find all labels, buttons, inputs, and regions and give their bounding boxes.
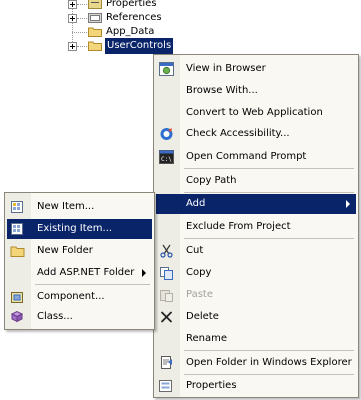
- menu-item-label: Exclude From Project: [186, 221, 291, 232]
- menu-item-label: Add: [186, 198, 206, 209]
- view-in-browser-icon: [159, 62, 174, 76]
- menu-item-delete[interactable]: Delete: [156, 307, 356, 327]
- menu-item-browse-with[interactable]: Browse With...: [156, 81, 356, 101]
- menu-item-rename[interactable]: Rename: [156, 329, 356, 349]
- menu-item-copy-path[interactable]: Copy Path: [156, 171, 356, 191]
- class-icon: [10, 310, 24, 323]
- menu-item-label: Copy Path: [186, 175, 237, 186]
- menu-item-view-in-browser[interactable]: View in Browser: [156, 59, 356, 79]
- menu-item-label: Cut: [186, 245, 204, 256]
- menu-item-check-accessibility[interactable]: Check Accessibility...: [156, 124, 356, 144]
- menu-separator: [184, 192, 354, 193]
- component-icon: [11, 292, 23, 303]
- menu-separator: [184, 350, 354, 351]
- menu-item-label: Rename: [186, 333, 228, 344]
- menu-item-add-asp-net-folder[interactable]: Add ASP.NET Folder: [7, 263, 152, 283]
- svg-text:C:\: C:\: [161, 156, 172, 163]
- menu-item-label: Properties: [186, 380, 237, 391]
- menu-item-label: Paste: [186, 289, 213, 300]
- menu-separator: [184, 374, 354, 375]
- menu-item-label: New Item...: [37, 201, 95, 212]
- properties-icon: [159, 380, 172, 392]
- context-menu: View in Browser Browse With... Convert t…: [153, 54, 359, 398]
- add-submenu: New Item... Existing Item... New Folder …: [4, 192, 155, 330]
- existing-item-icon: [11, 223, 23, 235]
- menu-item-component[interactable]: Component...: [7, 287, 152, 307]
- cut-icon: [160, 244, 173, 258]
- menu-separator: [184, 168, 354, 169]
- menu-item-add[interactable]: Add: [156, 194, 356, 214]
- menu-item-label: Copy: [186, 267, 212, 278]
- menu-item-convert-to-web-application[interactable]: Convert to Web Application: [156, 103, 356, 123]
- expand-plus-icon[interactable]: [68, 42, 77, 51]
- menu-item-label: Delete: [186, 311, 219, 322]
- open-folder-icon: [161, 356, 172, 369]
- new-folder-icon: [10, 246, 25, 257]
- tree-node-usercontrols[interactable]: UserControls: [68, 38, 198, 54]
- expand-plus-icon[interactable]: [68, 14, 77, 23]
- properties-folder-icon: [88, 0, 102, 9]
- submenu-arrow-icon: [142, 269, 146, 277]
- menu-item-cut[interactable]: Cut: [156, 241, 356, 261]
- menu-item-new-folder[interactable]: New Folder: [7, 241, 152, 261]
- accessibility-icon: [160, 128, 173, 140]
- menu-item-exclude-from-project[interactable]: Exclude From Project: [156, 217, 356, 237]
- menu-item-label: Component...: [37, 291, 105, 302]
- menu-item-open-folder-in-windows-explorer[interactable]: Open Folder in Windows Explorer: [156, 353, 356, 373]
- menu-item-label: Browse With...: [186, 85, 258, 96]
- menu-item-class[interactable]: Class...: [7, 307, 152, 327]
- menu-item-label: Open Command Prompt: [186, 151, 307, 162]
- copy-icon: [160, 267, 173, 280]
- tree-node-label-selected: UserControls: [105, 38, 174, 54]
- menu-item-existing-item[interactable]: Existing Item...: [7, 219, 152, 239]
- menu-item-label: New Folder: [37, 245, 93, 256]
- menu-item-label: Class...: [37, 311, 73, 322]
- menu-item-label: Open Folder in Windows Explorer: [186, 357, 352, 368]
- menu-separator: [184, 238, 354, 239]
- expand-plus-icon[interactable]: [68, 0, 77, 9]
- menu-item-open-command-prompt[interactable]: C:\ Open Command Prompt: [156, 147, 356, 167]
- menu-item-paste[interactable]: Paste: [156, 285, 356, 305]
- menu-item-label: View in Browser: [186, 63, 266, 74]
- menu-separator: [35, 284, 150, 285]
- paste-icon: [160, 290, 173, 302]
- menu-item-label: Existing Item...: [37, 223, 113, 234]
- submenu-arrow-icon: [346, 200, 350, 208]
- menu-item-label: Convert to Web Application: [186, 107, 323, 118]
- folder-icon: [88, 41, 102, 51]
- command-prompt-icon: C:\: [159, 150, 174, 164]
- menu-item-label: Check Accessibility...: [186, 128, 290, 139]
- new-item-icon: [11, 201, 23, 213]
- menu-item-label: Add ASP.NET Folder: [37, 267, 135, 278]
- folder-icon: [88, 27, 102, 37]
- delete-icon: [160, 311, 173, 323]
- references-folder-icon: [88, 13, 102, 23]
- menu-item-properties[interactable]: Properties: [156, 376, 356, 396]
- menu-item-copy[interactable]: Copy: [156, 263, 356, 283]
- menu-item-new-item[interactable]: New Item...: [7, 197, 152, 217]
